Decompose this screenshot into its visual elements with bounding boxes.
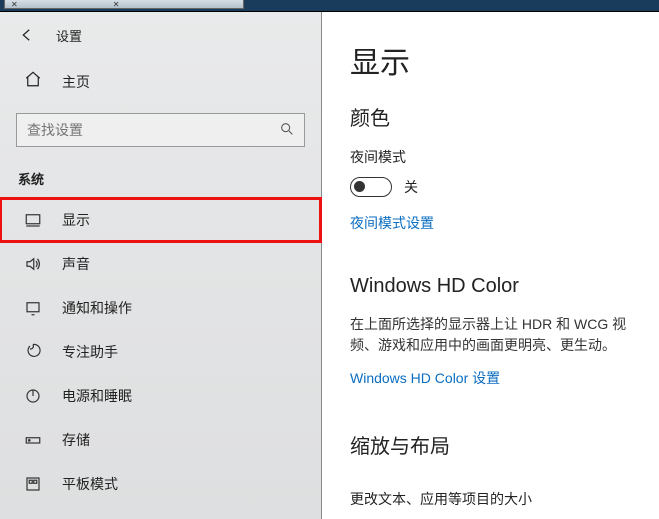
notifications-icon — [24, 299, 42, 317]
section-title-system: 系统 — [0, 165, 321, 198]
background-tab-peek: ✕✕ — [4, 0, 244, 9]
night-light-toggle[interactable] — [350, 177, 392, 197]
power-icon — [24, 387, 42, 405]
tablet-icon — [24, 475, 42, 493]
page-title: 显示 — [350, 38, 659, 82]
back-button[interactable] — [16, 24, 38, 46]
window-top-strip: ✕✕ — [0, 0, 659, 12]
titlebar: 设置 — [0, 20, 321, 60]
hd-color-description: 在上面所选择的显示器上让 HDR 和 WCG 视频、游戏和应用中的画面更明亮、更… — [350, 314, 650, 356]
focus-assist-icon — [24, 343, 42, 361]
search-input[interactable] — [16, 113, 305, 147]
night-light-label: 夜间模式 — [350, 147, 659, 167]
home-button[interactable]: 主页 — [0, 60, 321, 103]
sidebar-item-label: 声音 — [62, 254, 90, 274]
sidebar-item-label: 通知和操作 — [62, 298, 132, 318]
home-icon — [24, 70, 42, 93]
sidebar-item-power-sleep[interactable]: 电源和睡眠 — [0, 374, 321, 418]
section-scale-layout: 缩放与布局 — [350, 430, 659, 459]
night-light-settings-link[interactable]: 夜间模式设置 — [350, 213, 434, 233]
section-hd-color: Windows HD Color — [350, 275, 659, 298]
sidebar-item-notifications[interactable]: 通知和操作 — [0, 286, 321, 330]
main-content: 显示 颜色 夜间模式 关 夜间模式设置 Windows HD Color 在上面… — [322, 12, 659, 519]
night-light-state: 关 — [404, 177, 418, 197]
sidebar: 设置 主页 系统 显示 声音 — [0, 12, 322, 519]
sidebar-item-sound[interactable]: 声音 — [0, 242, 321, 286]
sidebar-item-display[interactable]: 显示 — [0, 198, 321, 242]
scale-description: 更改文本、应用等项目的大小 — [350, 489, 659, 509]
storage-icon — [24, 431, 42, 449]
sidebar-item-label: 显示 — [62, 210, 90, 230]
section-color: 颜色 — [350, 102, 659, 131]
sidebar-item-label: 专注助手 — [62, 342, 118, 362]
sidebar-item-label: 电源和睡眠 — [62, 386, 132, 406]
sidebar-item-label: 平板模式 — [62, 474, 118, 494]
arrow-left-icon — [18, 26, 36, 44]
sidebar-item-focus-assist[interactable]: 专注助手 — [0, 330, 321, 374]
toggle-knob — [354, 181, 365, 192]
display-icon — [24, 211, 42, 229]
sidebar-item-label: 存储 — [62, 430, 90, 450]
search-container — [16, 113, 305, 147]
sidebar-item-storage[interactable]: 存储 — [0, 418, 321, 462]
hd-color-settings-link[interactable]: Windows HD Color 设置 — [350, 368, 500, 388]
sidebar-item-tablet-mode[interactable]: 平板模式 — [0, 462, 321, 506]
sound-icon — [24, 255, 42, 273]
app-title: 设置 — [56, 26, 82, 45]
home-label: 主页 — [62, 72, 90, 92]
